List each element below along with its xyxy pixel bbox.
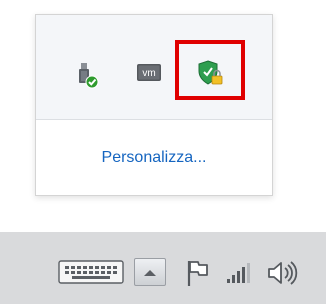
hidden-icons-panel: vm (36, 15, 272, 119)
network-signal-icon[interactable] (225, 261, 251, 285)
action-center-flag-icon[interactable] (185, 259, 211, 287)
chevron-up-icon (144, 270, 156, 276)
customize-link[interactable]: Personalizza... (36, 149, 272, 167)
highlight-box (175, 40, 245, 100)
notification-area-overflow-flyout: vm Personalizza... (35, 14, 273, 196)
taskbar (0, 232, 326, 304)
divider (36, 119, 272, 120)
usb-device-check-icon[interactable] (74, 61, 102, 89)
show-hidden-icons-button[interactable] (134, 258, 166, 286)
volume-icon[interactable] (266, 258, 298, 288)
touch-keyboard-icon[interactable] (58, 260, 124, 284)
vmware-tools-icon[interactable]: vm (135, 59, 163, 87)
vm-label: vm (142, 68, 155, 79)
